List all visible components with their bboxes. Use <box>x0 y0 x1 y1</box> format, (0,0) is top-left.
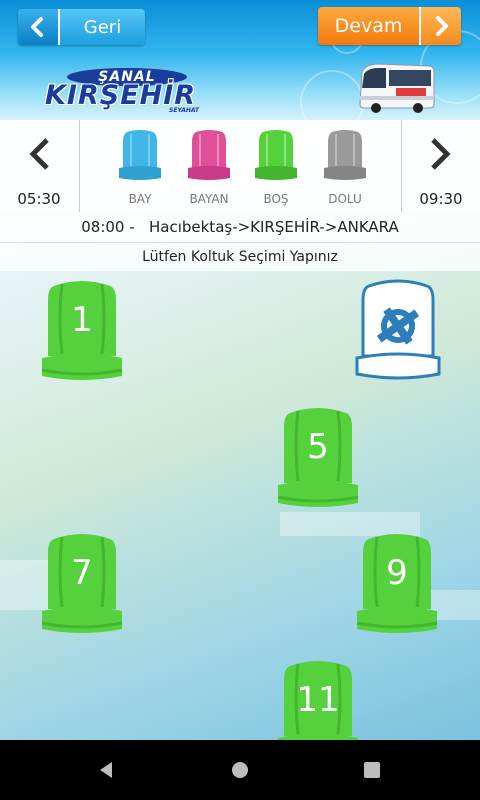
company-logo: ŞANAL KIRŞEHİR SEYAHAT <box>45 64 225 114</box>
back-button[interactable]: Geri <box>18 9 145 45</box>
back-button-label: Geri <box>83 16 122 38</box>
legend-occupied: DOLU <box>310 128 380 212</box>
logo-sub-text: SEYAHAT <box>169 107 200 114</box>
continue-button[interactable]: Devam <box>318 7 461 45</box>
seat-green-icon <box>255 130 297 180</box>
legend-male: BAY <box>105 128 175 212</box>
decorative-swirl <box>300 70 364 120</box>
trip-info: 08:00 - Hacıbektaş->KIRŞEHİR->ANKARA <box>0 212 480 243</box>
chevron-right-icon <box>419 7 461 45</box>
legend-empty: BOŞ <box>241 128 311 212</box>
divider <box>79 120 80 212</box>
previous-trip-button[interactable] <box>20 134 60 174</box>
trip-route: Hacıbektaş->KIRŞEHİR->ANKARA <box>148 218 399 236</box>
system-navigation-bar <box>0 740 480 800</box>
seat-1[interactable]: 1 <box>40 278 124 384</box>
seat-selection-prompt: Lütfen Koltuk Seçimi Yapınız <box>0 243 480 271</box>
seat-11[interactable]: 11 <box>276 658 360 740</box>
recents-nav-button[interactable] <box>360 760 384 780</box>
steering-wheel-icon <box>355 279 441 380</box>
triangle-back-icon <box>100 762 112 778</box>
chevron-left-icon <box>29 138 49 170</box>
driver-seat <box>355 278 441 382</box>
circle-home-icon <box>232 762 248 778</box>
legend-occupied-label: DOLU <box>328 192 362 206</box>
legend-female: BAYAN <box>174 128 244 212</box>
legend-empty-label: BOŞ <box>263 192 289 206</box>
seat-number: 9 <box>386 553 408 593</box>
seat-selection-screen: Geri Devam ŞANAL KIRŞEHİR SEYAHAT 05:30 … <box>0 0 480 740</box>
next-trip-time[interactable]: 09:30 <box>402 190 480 208</box>
seat-number: 11 <box>296 680 340 720</box>
seat-pink-icon <box>188 130 230 180</box>
trip-time: 08:00 - <box>81 218 135 236</box>
chevron-right-icon <box>431 138 451 170</box>
continue-button-label: Devam <box>334 15 403 37</box>
seat-number: 7 <box>71 553 93 593</box>
legend-female-label: BAYAN <box>189 192 229 206</box>
seat-9[interactable]: 9 <box>355 531 439 637</box>
next-trip-button[interactable] <box>420 134 460 174</box>
seat-5[interactable]: 5 <box>276 405 360 511</box>
seat-legend-bar: 05:30 BAY BAYAN BOŞ DOLU 09:30 <box>0 120 480 213</box>
seat-blue-icon <box>119 130 161 180</box>
back-nav-button[interactable] <box>94 760 118 780</box>
square-recents-icon <box>364 762 380 778</box>
previous-trip-time[interactable]: 05:30 <box>0 190 78 208</box>
home-nav-button[interactable] <box>228 760 252 780</box>
seat-number: 1 <box>71 300 93 340</box>
seat-number: 5 <box>307 427 329 467</box>
seat-7[interactable]: 7 <box>40 531 124 637</box>
bus-image <box>356 58 436 114</box>
chevron-left-icon <box>18 9 60 45</box>
legend-male-label: BAY <box>128 192 152 206</box>
seat-gray-icon <box>324 130 366 180</box>
app-header: Geri Devam ŞANAL KIRŞEHİR SEYAHAT <box>0 0 480 120</box>
